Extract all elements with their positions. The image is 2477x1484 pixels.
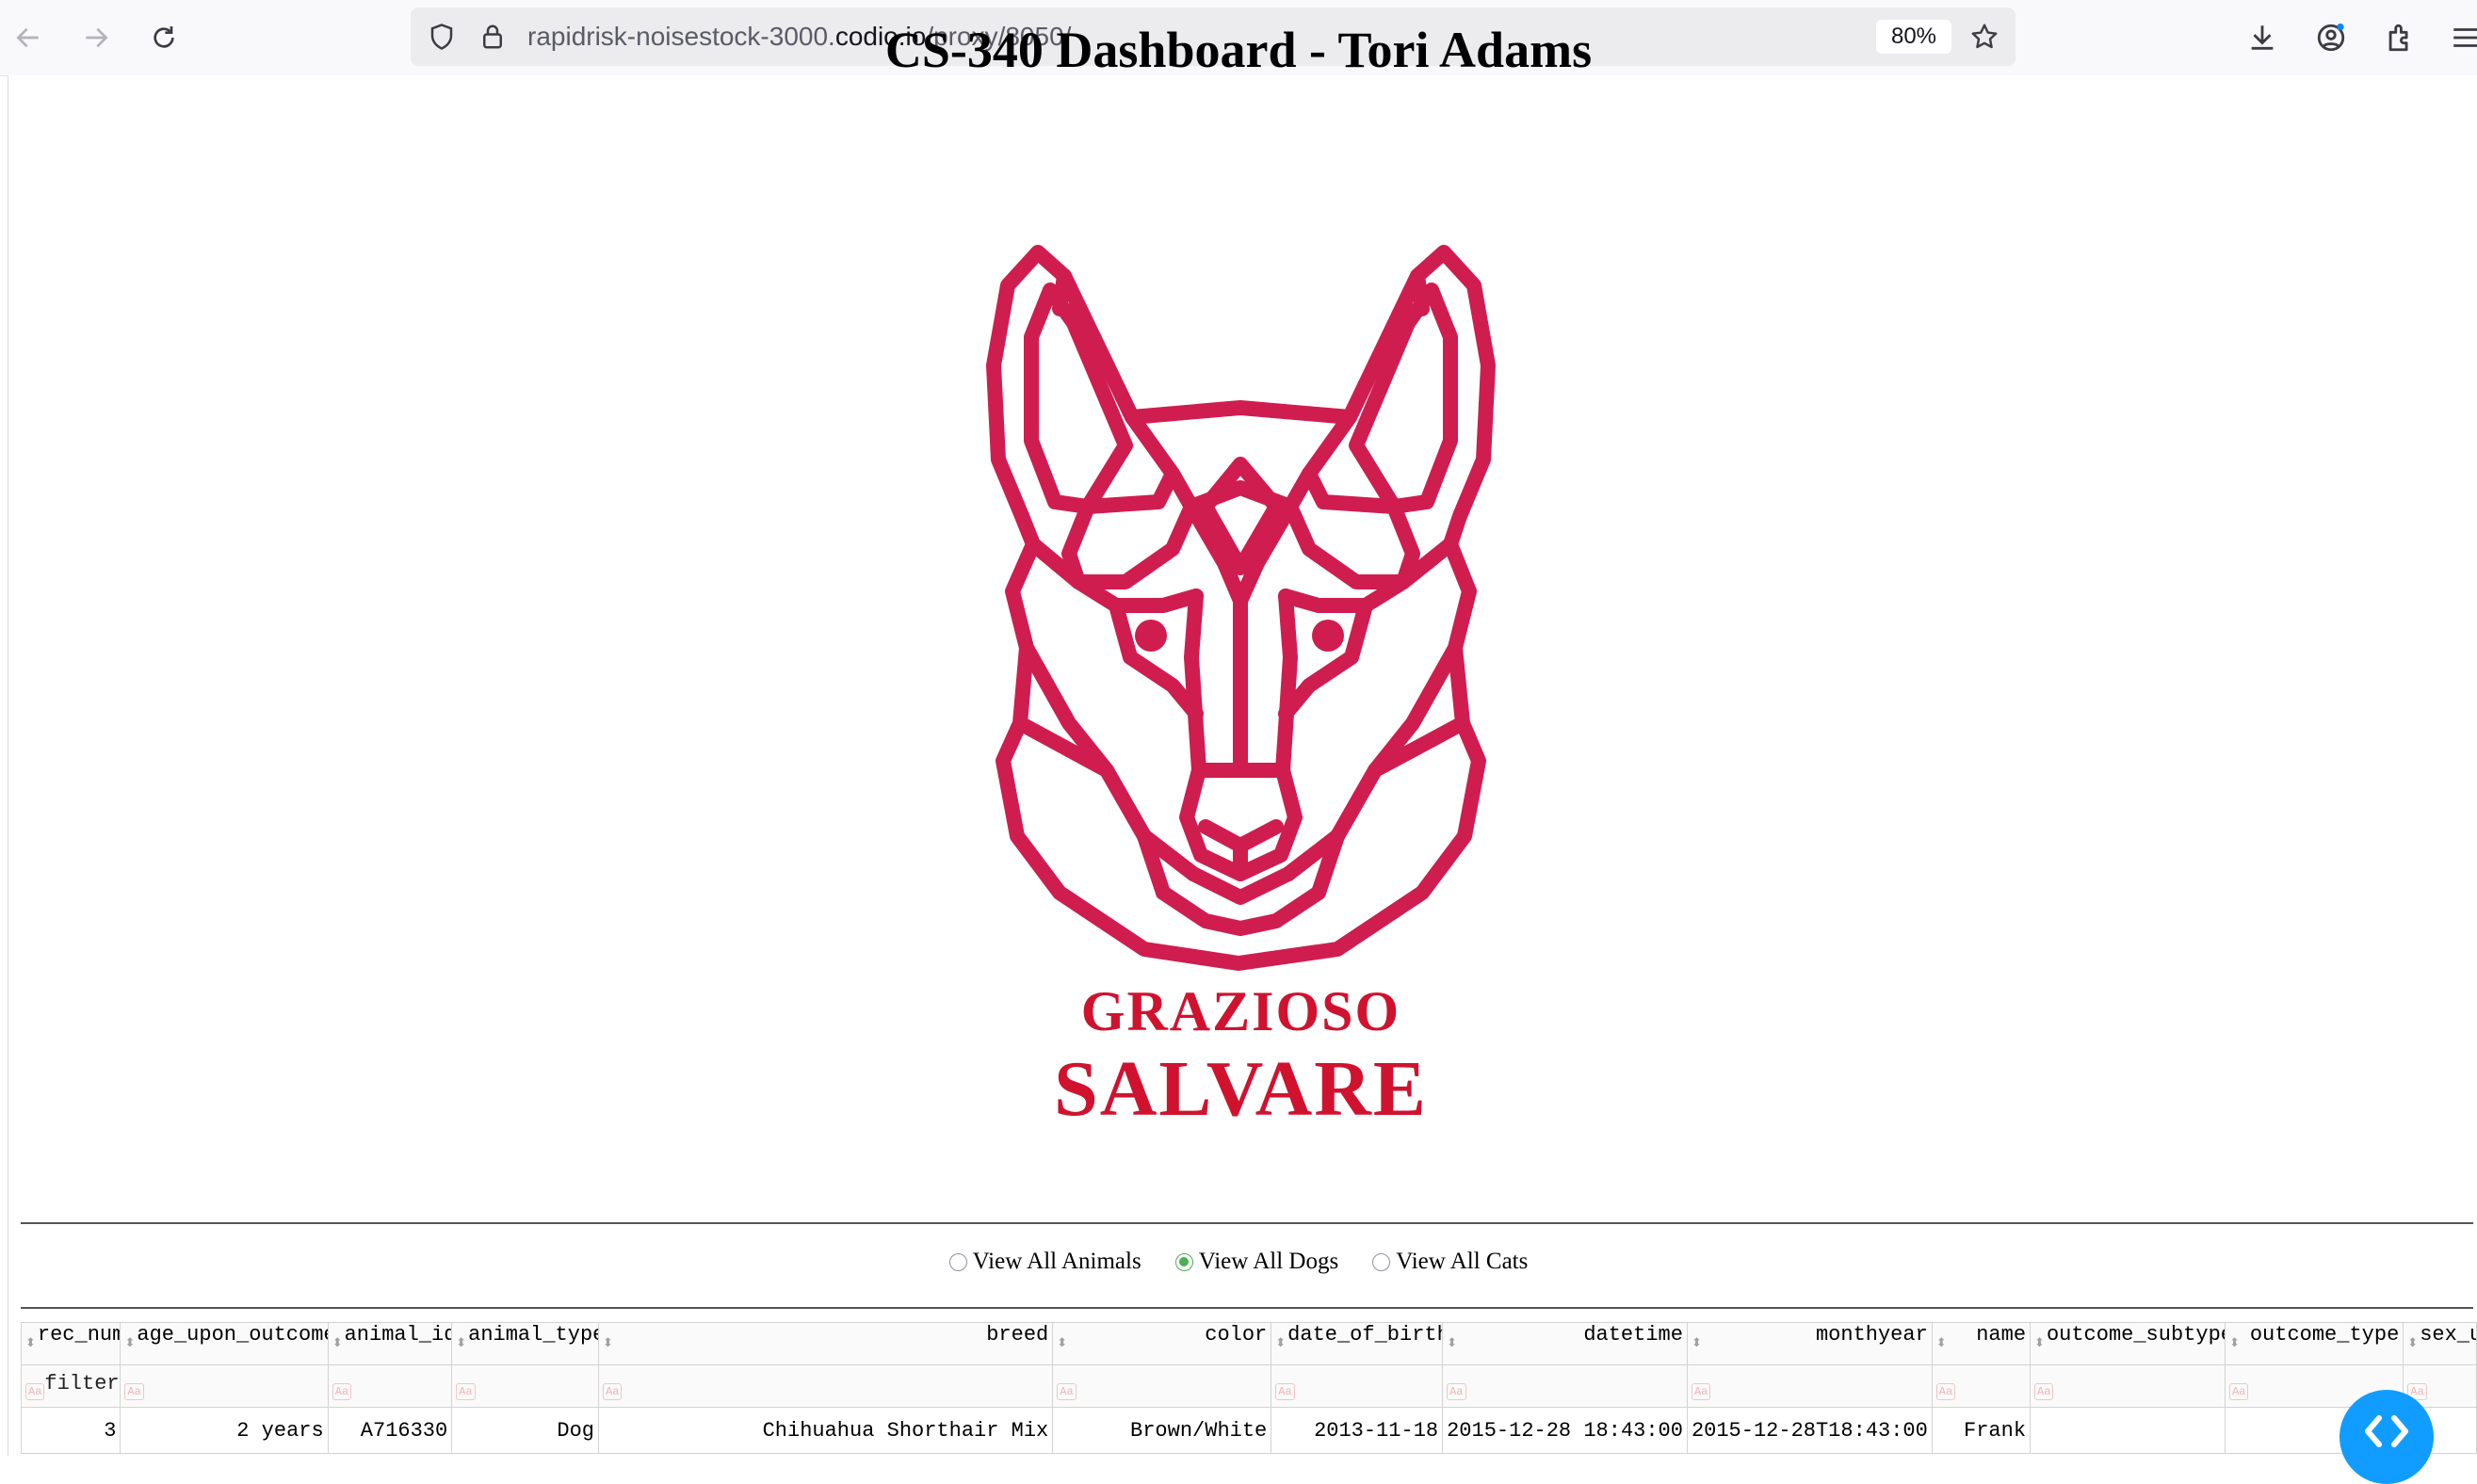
column-header[interactable]: ⬍ datetime	[1442, 1322, 1688, 1365]
debug-toggle-button[interactable]	[2339, 1390, 2434, 1484]
animal-filter-radio-group: View All Animals View All Dogs View All …	[0, 1249, 2477, 1275]
logo-text-grazioso: GRAZIOSO	[1080, 980, 1401, 1042]
table-cell[interactable]: Chihuahua Shorthair Mix	[598, 1407, 1054, 1454]
table-cell[interactable]	[2030, 1407, 2226, 1454]
column-header-label: animal_type	[468, 1323, 599, 1347]
column-header-label: outcome_subtype	[2046, 1323, 2226, 1347]
column-header-label: age_upon_outcome	[137, 1323, 329, 1347]
column-header-label: name	[1976, 1323, 2027, 1347]
case-sensitive-icon[interactable]: Aa	[1057, 1383, 1077, 1400]
radio-button-dogs[interactable]	[1174, 1252, 1193, 1271]
radio-button-animals[interactable]	[948, 1252, 967, 1271]
case-sensitive-icon[interactable]: Aa	[25, 1383, 45, 1400]
debug-toggle-icon	[2365, 1415, 2408, 1447]
column-header[interactable]: ⬍ monthyear	[1686, 1322, 1933, 1365]
radio-view-all-animals[interactable]: View All Animals	[948, 1249, 1141, 1275]
column-header[interactable]: ⬍ animal_id	[327, 1322, 453, 1365]
sort-icon[interactable]: ⬍	[603, 1324, 613, 1364]
sort-icon[interactable]: ⬍	[1692, 1324, 1702, 1364]
column-header-label: sex_u	[2420, 1323, 2477, 1347]
column-filter-input[interactable]: Aa	[1931, 1364, 2032, 1408]
column-header-label: breed	[986, 1323, 1049, 1347]
case-sensitive-icon[interactable]: Aa	[332, 1383, 352, 1400]
radio-label-animals: View All Animals	[972, 1249, 1141, 1274]
radio-view-all-cats[interactable]: View All Cats	[1372, 1249, 1528, 1275]
table-header-row: ⬍ rec_num ⬍ age_upon_outcome ⬍ animal_id ⬍ a…	[21, 1322, 2477, 1365]
column-header[interactable]: ⬍ rec_num	[21, 1322, 121, 1365]
column-header-label: date_of_birth	[1287, 1323, 1443, 1347]
divider-bottom	[21, 1307, 2473, 1309]
case-sensitive-icon[interactable]: Aa	[2034, 1383, 2054, 1400]
table-cell[interactable]: 2015-12-28 18:43:00	[1442, 1407, 1688, 1454]
column-header[interactable]: ⬍ name	[1931, 1322, 2032, 1365]
sort-icon[interactable]: ⬍	[1057, 1324, 1067, 1364]
table-row[interactable]: 3 2 years A716330 Dog Chihuahua Shorthai…	[21, 1407, 2477, 1454]
column-header[interactable]: ⬍ outcome_subtype	[2030, 1322, 2226, 1365]
sort-icon[interactable]: ⬍	[1447, 1324, 1457, 1364]
column-filter-input[interactable]: Aa filter	[21, 1364, 121, 1408]
column-header-label: color	[1205, 1323, 1268, 1347]
logo-right-eye	[1312, 620, 1344, 652]
column-header-label: animal_id	[344, 1323, 452, 1347]
case-sensitive-icon[interactable]: Aa	[456, 1383, 476, 1400]
table-cell[interactable]: 2015-12-28T18:43:00	[1686, 1407, 1933, 1454]
column-filter-input[interactable]: Aa	[1686, 1364, 1933, 1408]
divider-top	[21, 1222, 2473, 1224]
table-cell[interactable]: Frank	[1931, 1407, 2032, 1454]
table-cell[interactable]: 3	[21, 1407, 121, 1454]
column-header[interactable]: ⬍ color	[1052, 1322, 1272, 1365]
case-sensitive-icon[interactable]: Aa	[1275, 1383, 1295, 1400]
logo-text-salvare: SALVARE	[1054, 1045, 1428, 1133]
table-cell[interactable]: Dog	[451, 1407, 600, 1454]
case-sensitive-icon[interactable]: Aa	[1691, 1383, 1711, 1400]
page-title: CS-340 Dashboard - Tori Adams	[884, 22, 1593, 78]
radio-view-all-dogs[interactable]: View All Dogs	[1174, 1249, 1339, 1275]
column-header[interactable]: ⬍ sex_u	[2403, 1322, 2477, 1365]
case-sensitive-icon[interactable]: Aa	[2229, 1383, 2249, 1400]
sort-icon[interactable]: ⬍	[1936, 1324, 1947, 1364]
radio-label-cats: View All Cats	[1396, 1249, 1529, 1274]
column-filter-input[interactable]: Aa	[327, 1364, 453, 1408]
column-filter-input[interactable]: Aa	[598, 1364, 1054, 1408]
column-header-label: rec_num	[37, 1323, 121, 1347]
grazioso-salvare-logo: GRAZIOSO SALVARE	[975, 234, 1507, 1137]
column-filter-input[interactable]: Aa	[451, 1364, 600, 1408]
column-filter-input[interactable]: Aa	[1271, 1364, 1444, 1408]
sort-icon[interactable]: ⬍	[124, 1324, 135, 1364]
column-header-label: monthyear	[1815, 1323, 1928, 1347]
case-sensitive-icon[interactable]: Aa	[124, 1383, 144, 1400]
column-header-label: outcome_type	[2249, 1323, 2400, 1347]
table-cell[interactable]: A716330	[327, 1407, 453, 1454]
column-header[interactable]: ⬍ date_of_birth	[1271, 1322, 1444, 1365]
column-filter-input[interactable]: Aa	[120, 1364, 329, 1408]
column-filter-input[interactable]: Aa	[1052, 1364, 1272, 1408]
table-cell[interactable]: 2013-11-18	[1271, 1407, 1444, 1454]
column-filter-input[interactable]: Aa	[1442, 1364, 1688, 1408]
sort-icon[interactable]: ⬍	[2034, 1324, 2045, 1364]
sort-icon[interactable]: ⬍	[1275, 1324, 1286, 1364]
table-filter-row: Aa filter Aa Aa Aa Aa Aa Aa Aa Aa Aa Aa A…	[21, 1364, 2477, 1408]
sort-icon[interactable]: ⬍	[2407, 1324, 2418, 1364]
case-sensitive-icon[interactable]: Aa	[603, 1383, 623, 1400]
sort-icon[interactable]: ⬍	[2229, 1324, 2240, 1364]
table-cell[interactable]: 2 years	[120, 1407, 329, 1454]
column-filter-input[interactable]: Aa	[2030, 1364, 2226, 1408]
column-header[interactable]: ⬍ breed	[598, 1322, 1054, 1365]
column-header-label: datetime	[1583, 1323, 1683, 1347]
column-header[interactable]: ⬍ age_upon_outcome	[120, 1322, 329, 1365]
table-cell[interactable]: Brown/White	[1052, 1407, 1272, 1454]
radio-label-dogs: View All Dogs	[1198, 1249, 1339, 1274]
case-sensitive-icon[interactable]: Aa	[1935, 1383, 1956, 1400]
logo-left-eye	[1135, 620, 1167, 652]
sort-icon[interactable]: ⬍	[332, 1324, 343, 1364]
radio-button-cats[interactable]	[1372, 1252, 1391, 1271]
case-sensitive-icon[interactable]: Aa	[1447, 1383, 1466, 1400]
animal-data-table: ⬍ rec_num ⬍ age_upon_outcome ⬍ animal_id ⬍ a…	[21, 1322, 2477, 1456]
sort-icon[interactable]: ⬍	[25, 1324, 36, 1364]
column-header[interactable]: ⬍ outcome_type	[2225, 1322, 2404, 1365]
sort-icon[interactable]: ⬍	[456, 1324, 466, 1364]
filter-placeholder: filter	[44, 1372, 120, 1395]
column-header[interactable]: ⬍ animal_type	[451, 1322, 600, 1365]
